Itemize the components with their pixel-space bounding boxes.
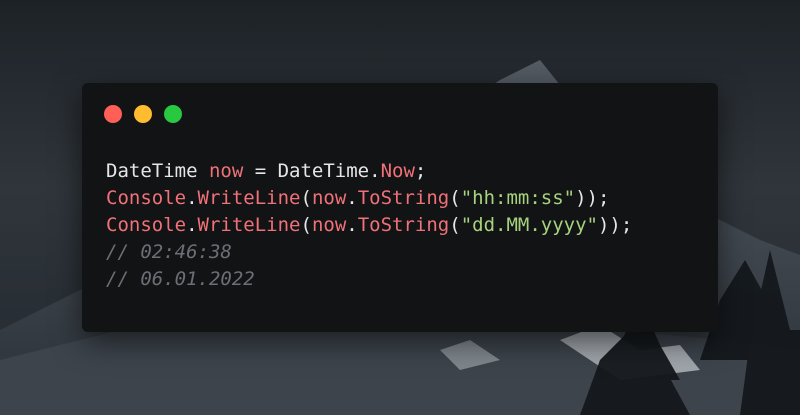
code-token-keyword: Console	[106, 187, 187, 209]
code-token-comment: // 02:46:38	[106, 241, 232, 263]
code-token-keyword: Now	[380, 160, 415, 182]
code-token-string: "hh:mm:ss"	[460, 187, 576, 209]
code-line: Console.WriteLine(now.ToString("dd.MM.yy…	[106, 212, 632, 239]
code-token-keyword: WriteLine	[197, 214, 301, 236]
code-token-comment: // 06.01.2022	[106, 268, 255, 290]
code-window: DateTime now = DateTime.Now; Console.Writ…	[82, 83, 718, 332]
minimize-button[interactable]	[134, 105, 152, 123]
code-token-plain: DateTime	[106, 160, 209, 182]
code-token-plain: .	[346, 187, 358, 209]
code-token-keyword: ToString	[357, 187, 450, 209]
code-token-plain: (	[449, 214, 461, 236]
code-token-plain: .	[346, 214, 358, 236]
code-token-keyword: now	[311, 214, 347, 236]
code-token-plain: .	[186, 214, 198, 236]
code-token-plain: = DateTime.	[243, 160, 381, 182]
code-line: // 06.01.2022	[106, 266, 632, 293]
code-token-plain: ));	[597, 214, 633, 236]
window-controls	[104, 105, 182, 123]
code-token-plain: .	[186, 187, 198, 209]
code-token-keyword: ToString	[357, 214, 450, 236]
code-token-keyword: now	[311, 187, 347, 209]
code-token-plain: ;	[414, 160, 427, 182]
code-token-plain: (	[300, 187, 312, 209]
code-token-plain: ));	[575, 187, 610, 209]
code-token-keyword: WriteLine	[197, 187, 301, 209]
code-line: Console.WriteLine(now.ToString("hh:mm:ss…	[106, 185, 632, 212]
code-token-keyword: now	[208, 160, 244, 182]
code-token-keyword: Console	[106, 214, 187, 236]
code-token-plain: (	[300, 214, 312, 236]
code-token-plain: (	[449, 187, 461, 209]
code-line: // 02:46:38	[106, 239, 632, 266]
background-scene: DateTime now = DateTime.Now; Console.Writ…	[0, 0, 800, 415]
code-line: DateTime now = DateTime.Now;	[106, 158, 632, 185]
code-block: DateTime now = DateTime.Now; Console.Writ…	[106, 158, 632, 293]
code-token-string: "dd.MM.yyyy"	[460, 214, 598, 236]
maximize-button[interactable]	[164, 105, 182, 123]
close-button[interactable]	[104, 105, 122, 123]
